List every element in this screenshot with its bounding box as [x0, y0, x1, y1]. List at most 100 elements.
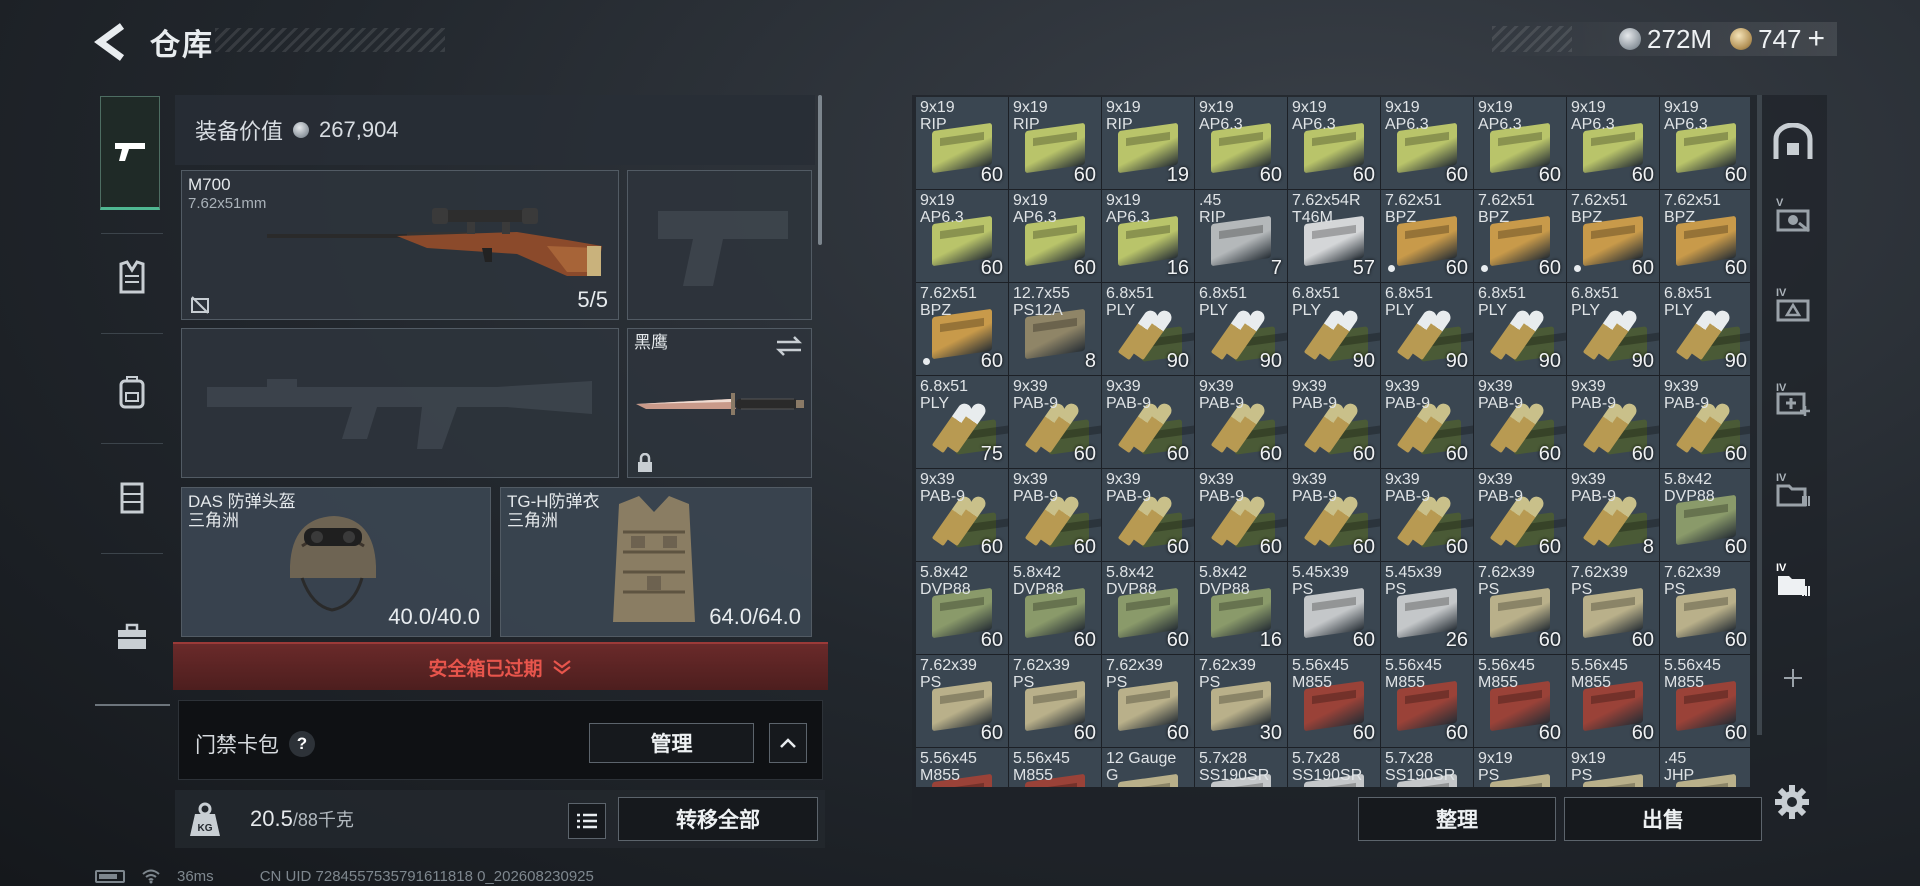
stash-item[interactable]: 9x39 PAB-9 60 — [1195, 376, 1287, 468]
secure-case-expired-banner[interactable]: 安全箱已过期 — [173, 642, 828, 690]
stash-item[interactable]: 9x39 PAB-9 60 — [916, 469, 1008, 561]
stash-item[interactable]: 7.62x39 PS 60 — [1102, 655, 1194, 747]
stash-item[interactable]: 9x19 PS — [1567, 748, 1659, 787]
stash-item[interactable]: 7.62x51 BPZ 60 — [916, 283, 1008, 375]
stash-item[interactable]: 5.7x28 SS190SR — [1288, 748, 1380, 787]
stash-item[interactable]: 7.62x51 BPZ 60 — [1567, 190, 1659, 282]
stash-item[interactable]: 7.62x39 PS 60 — [1660, 562, 1750, 654]
stash-item[interactable]: 6.8x51 PLY 75 — [916, 376, 1008, 468]
stash-item[interactable]: 9x19 AP6.3 60 — [1660, 97, 1750, 189]
helmet-slot[interactable]: DAS 防弹头盔 三角洲 40.0/40.0 — [181, 487, 491, 637]
stash-item[interactable]: 5.56x45 M855 — [1009, 748, 1101, 787]
stash-item[interactable]: 9x39 PAB-9 60 — [1009, 469, 1101, 561]
stash-item[interactable]: 5.8x42 DVP88 60 — [1009, 562, 1101, 654]
stash-item[interactable]: 9x39 PAB-9 60 — [1381, 469, 1473, 561]
stash-item[interactable]: 9x19 PS — [1474, 748, 1566, 787]
sell-button[interactable]: 出售 — [1564, 797, 1762, 841]
stash-item[interactable]: 7.62x39 PS 60 — [1009, 655, 1101, 747]
stash-item[interactable]: 5.56x45 M855 60 — [1567, 655, 1659, 747]
stash-item[interactable]: 5.8x42 DVP88 60 — [1102, 562, 1194, 654]
stash-item[interactable]: 5.7x28 SS190SR — [1195, 748, 1287, 787]
stash-item[interactable]: 9x19 RIP 19 — [1102, 97, 1194, 189]
settings-button[interactable] — [1770, 780, 1814, 824]
stash-item[interactable]: 9x39 PAB-9 60 — [1474, 469, 1566, 561]
add-tab-button[interactable] — [1770, 655, 1816, 701]
stash-item[interactable]: 9x39 PAB-9 60 — [1102, 469, 1194, 561]
stash-item[interactable]: 5.56x45 M855 — [916, 748, 1008, 787]
stash-item[interactable]: 7.62x54R T46M 57 — [1288, 190, 1380, 282]
nav-weapons[interactable] — [100, 96, 160, 210]
stash-item[interactable]: 9x19 AP6.3 60 — [1567, 97, 1659, 189]
tab-safe-box[interactable] — [1770, 119, 1816, 165]
transfer-all-button[interactable]: 转移全部 — [618, 797, 818, 841]
add-gold-button[interactable]: + — [1807, 22, 1825, 56]
back-button[interactable] — [92, 20, 132, 64]
stash-item[interactable]: 9x39 PAB-9 8 — [1567, 469, 1659, 561]
stash-item[interactable]: 9x19 AP6.3 60 — [1009, 190, 1101, 282]
stash-item[interactable]: 12 Gauge G — [1102, 748, 1194, 787]
stash-item[interactable]: 6.8x51 PLY 90 — [1567, 283, 1659, 375]
stash-item[interactable]: 7.62x39 PS 30 — [1195, 655, 1287, 747]
stash-item[interactable]: 12.7x55 PS12A 8 — [1009, 283, 1101, 375]
stash-item[interactable]: 5.7x28 SS190SR — [1381, 748, 1473, 787]
stash-item[interactable]: .45 JHP — [1660, 748, 1750, 787]
stash-item[interactable]: 7.62x51 BPZ 60 — [1474, 190, 1566, 282]
primary-weapon-slot[interactable]: M700 7.62x51mm 5/5 — [181, 170, 619, 320]
stash-item[interactable]: 9x39 PAB-9 60 — [1660, 376, 1750, 468]
stash-item[interactable]: 6.8x51 PLY 90 — [1474, 283, 1566, 375]
stash-item[interactable]: 9x39 PAB-9 60 — [1381, 376, 1473, 468]
stash-item[interactable]: 9x39 PAB-9 60 — [1474, 376, 1566, 468]
stash-item[interactable]: 9x19 RIP 60 — [1009, 97, 1101, 189]
silver-currency[interactable]: 272M — [1619, 24, 1712, 55]
stash-item[interactable]: 9x39 PAB-9 60 — [1102, 376, 1194, 468]
nav-case[interactable] — [103, 608, 161, 666]
stash-item[interactable]: 9x19 AP6.3 60 — [1474, 97, 1566, 189]
stash-item[interactable]: 9x39 PAB-9 60 — [1195, 469, 1287, 561]
list-view-button[interactable] — [568, 803, 606, 839]
sort-button[interactable]: 整理 — [1358, 797, 1556, 841]
stash-item[interactable]: 9x19 AP6.3 60 — [916, 190, 1008, 282]
stash-item[interactable]: 9x39 PAB-9 60 — [1288, 376, 1380, 468]
nav-armor[interactable] — [103, 248, 161, 306]
loadout-scrollbar[interactable] — [818, 95, 822, 245]
swap-icon[interactable] — [775, 335, 803, 357]
stash-item[interactable]: 6.8x51 PLY 90 — [1660, 283, 1750, 375]
stash-item[interactable]: 5.8x42 DVP88 60 — [1660, 469, 1750, 561]
stash-item[interactable]: 9x19 AP6.3 60 — [1195, 97, 1287, 189]
stash-item[interactable]: 5.56x45 M855 60 — [1474, 655, 1566, 747]
nav-backpack[interactable] — [103, 363, 161, 421]
stash-item[interactable]: 7.62x51 BPZ 60 — [1660, 190, 1750, 282]
stash-item[interactable]: 6.8x51 PLY 90 — [1102, 283, 1194, 375]
gold-currency[interactable]: 747 + — [1730, 22, 1825, 56]
body-armor-slot[interactable]: TG-H防弹衣 三角洲 64.0/64.0 — [500, 487, 812, 637]
tab-case-iv-a[interactable]: IV — [1770, 285, 1816, 331]
stash-item[interactable]: 5.8x42 DVP88 60 — [916, 562, 1008, 654]
stash-item[interactable]: 5.45x39 PS 26 — [1381, 562, 1473, 654]
nav-rig[interactable] — [103, 468, 161, 526]
tab-case-v[interactable]: V — [1770, 195, 1816, 241]
stash-item[interactable]: 9x39 PAB-9 60 — [1288, 469, 1380, 561]
stash-item[interactable]: 7.62x39 PS 60 — [1567, 562, 1659, 654]
manage-button[interactable]: 管理 — [589, 723, 754, 763]
stash-item[interactable]: 5.56x45 M855 60 — [1288, 655, 1380, 747]
stash-item[interactable]: 9x19 AP6.3 60 — [1381, 97, 1473, 189]
tab-case-iv-b[interactable]: IV — [1770, 380, 1816, 426]
stash-item[interactable]: 6.8x51 PLY 90 — [1288, 283, 1380, 375]
pistol-slot[interactable] — [627, 170, 812, 320]
melee-slot[interactable]: 黑鹰 — [627, 328, 812, 478]
stash-item[interactable]: 9x19 AP6.3 60 — [1288, 97, 1380, 189]
stash-item[interactable]: .45 RIP 7 — [1195, 190, 1287, 282]
stash-item[interactable]: 5.56x45 M855 60 — [1660, 655, 1750, 747]
stash-item[interactable]: 7.62x51 BPZ 60 — [1381, 190, 1473, 282]
stash-item[interactable]: 7.62x39 PS 60 — [1474, 562, 1566, 654]
tab-case-iv-d-active[interactable]: IV — [1770, 560, 1816, 606]
stash-item[interactable]: 6.8x51 PLY 90 — [1195, 283, 1287, 375]
help-icon[interactable]: ? — [289, 731, 315, 757]
stash-item[interactable]: 5.56x45 M855 60 — [1381, 655, 1473, 747]
stash-item[interactable]: 9x19 RIP 60 — [916, 97, 1008, 189]
expand-button[interactable] — [769, 723, 807, 763]
tab-case-iv-c[interactable]: IV — [1770, 470, 1816, 516]
stash-item[interactable]: 9x39 PAB-9 60 — [1567, 376, 1659, 468]
stash-item[interactable]: 6.8x51 PLY 90 — [1381, 283, 1473, 375]
stash-item[interactable]: 5.45x39 PS 60 — [1288, 562, 1380, 654]
